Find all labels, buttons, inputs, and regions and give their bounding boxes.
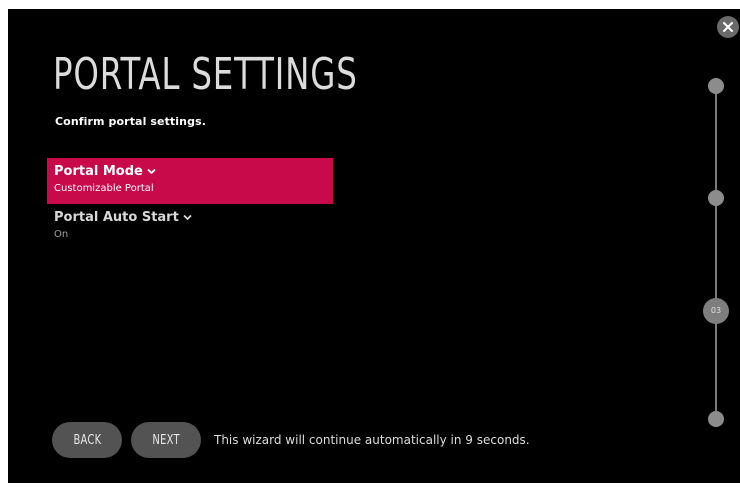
next-button-label: NEXT bbox=[152, 432, 180, 448]
tv-screen: PORTAL SETTINGS Confirm portal settings.… bbox=[8, 9, 740, 483]
back-button[interactable]: BACK bbox=[52, 422, 122, 458]
wizard-step-1 bbox=[708, 78, 724, 94]
portal-mode-label: Portal Mode bbox=[54, 164, 143, 179]
portal-auto-start-value: On bbox=[54, 229, 69, 240]
chevron-down-icon bbox=[183, 214, 192, 221]
next-button[interactable]: NEXT bbox=[131, 422, 201, 458]
page-subtitle: Confirm portal settings. bbox=[55, 115, 206, 128]
auto-continue-status: This wizard will continue automatically … bbox=[214, 433, 530, 447]
portal-auto-start-label: Portal Auto Start bbox=[54, 210, 179, 225]
wizard-step-current: 03 bbox=[703, 298, 729, 324]
page-title: PORTAL SETTINGS bbox=[53, 49, 358, 100]
portal-mode-value: Customizable Portal bbox=[54, 183, 154, 194]
chevron-down-icon bbox=[147, 168, 156, 175]
close-icon bbox=[723, 22, 733, 32]
wizard-step-4 bbox=[708, 411, 724, 427]
portal-mode-option[interactable]: Portal Mode Customizable Portal bbox=[47, 158, 333, 204]
portal-auto-start-option[interactable]: Portal Auto Start On bbox=[47, 204, 333, 250]
wizard-progress-track bbox=[715, 85, 717, 425]
close-button[interactable] bbox=[717, 16, 739, 38]
wizard-step-2 bbox=[708, 190, 724, 206]
back-button-label: BACK bbox=[73, 432, 101, 448]
